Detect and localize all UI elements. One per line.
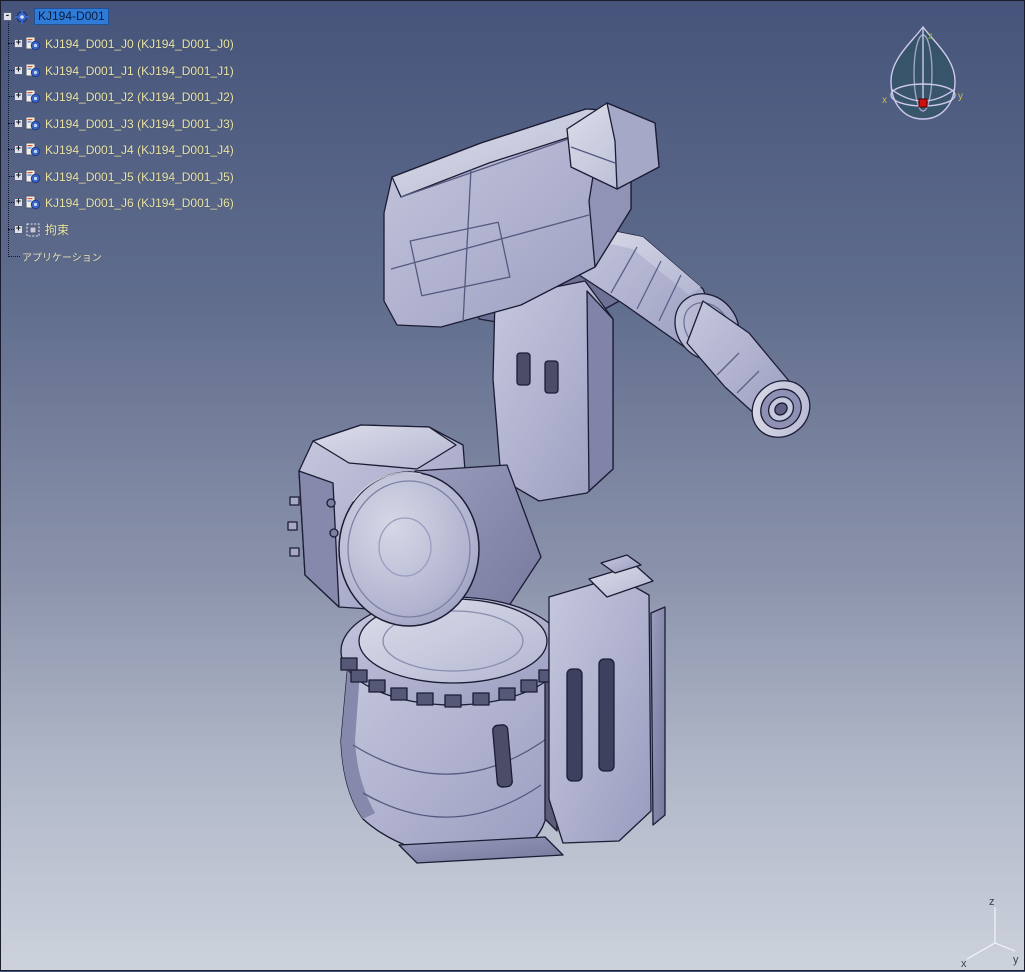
tree-item-label[interactable]: KJ194_D001_J3 (KJ194_D001_J3) xyxy=(45,117,234,131)
robot-base-column[interactable] xyxy=(548,554,666,844)
product-root-icon[interactable] xyxy=(14,9,30,25)
part-icon[interactable] xyxy=(25,195,41,211)
tree-item-label[interactable]: KJ194_D001_J1 (KJ194_D001_J1) xyxy=(45,64,234,78)
expand-toggle[interactable]: + xyxy=(14,145,23,154)
expand-symbol: + xyxy=(15,118,22,128)
tree-item-j3[interactable]: + KJ194_D001_J3 (KJ194_D001_J3) xyxy=(1,115,234,132)
tree-connector xyxy=(8,256,20,257)
tree-item-j4[interactable]: + KJ194_D001_J4 (KJ194_D001_J4) xyxy=(1,141,234,158)
compass-y-label[interactable]: y xyxy=(958,91,963,102)
tree-item-label[interactable]: KJ194_D001_J2 (KJ194_D001_J2) xyxy=(45,90,234,104)
triad-x-label: x xyxy=(961,958,967,969)
part-icon[interactable] xyxy=(25,116,41,132)
part-icon[interactable] xyxy=(25,36,41,52)
expand-symbol: + xyxy=(15,197,22,207)
constraints-icon[interactable] xyxy=(25,222,41,238)
expand-toggle[interactable]: + xyxy=(14,66,23,75)
compass-center-handle[interactable] xyxy=(918,98,928,108)
tree-item-label[interactable]: KJ194_D001_J0 (KJ194_D001_J0) xyxy=(45,37,234,51)
expand-toggle[interactable]: + xyxy=(14,172,23,181)
expand-symbol: + xyxy=(15,144,22,154)
tree-item-applications[interactable]: アプリケーション xyxy=(1,248,102,265)
expand-symbol: + xyxy=(15,65,22,75)
expand-symbol: + xyxy=(15,171,22,181)
collapse-symbol: - xyxy=(4,11,11,21)
triad-y-axis xyxy=(994,942,1016,952)
part-icon[interactable] xyxy=(25,142,41,158)
tree-item-label[interactable]: KJ194_D001_J4 (KJ194_D001_J4) xyxy=(45,143,234,157)
part-icon[interactable] xyxy=(25,63,41,79)
tree-item-label[interactable]: アプリケーション xyxy=(22,249,102,264)
expand-toggle[interactable]: + xyxy=(14,39,23,48)
tree-root-row[interactable]: - KJ194-D001 xyxy=(1,8,109,25)
tree-item-j5[interactable]: + KJ194_D001_J5 (KJ194_D001_J5) xyxy=(1,168,234,185)
tree-item-label[interactable]: 拘束 xyxy=(45,221,69,238)
tree-item-j1[interactable]: + KJ194_D001_J1 (KJ194_D001_J1) xyxy=(1,62,234,79)
expand-toggle[interactable]: + xyxy=(14,119,23,128)
axis-triad: z y x xyxy=(961,896,1019,969)
tree-item-label[interactable]: KJ194_D001_J6 (KJ194_D001_J6) xyxy=(45,196,234,210)
tree-item-j6[interactable]: + KJ194_D001_J6 (KJ194_D001_J6) xyxy=(1,194,234,211)
tree-item-j2[interactable]: + KJ194_D001_J2 (KJ194_D001_J2) xyxy=(1,88,234,105)
triad-z-label: z xyxy=(989,896,995,908)
compass-z-label[interactable]: z xyxy=(928,31,933,42)
view-compass[interactable]: z x y xyxy=(881,17,967,129)
triad-y-label: y xyxy=(1013,954,1019,966)
expand-toggle[interactable]: + xyxy=(14,225,23,234)
tree-item-label[interactable]: KJ194_D001_J5 (KJ194_D001_J5) xyxy=(45,170,234,184)
expand-symbol: + xyxy=(15,38,22,48)
part-icon[interactable] xyxy=(25,169,41,185)
collapse-toggle[interactable]: - xyxy=(3,12,12,21)
tree-item-j0[interactable]: + KJ194_D001_J0 (KJ194_D001_J0) xyxy=(1,35,234,52)
expand-symbol: + xyxy=(15,91,22,101)
triad-x-axis xyxy=(966,942,996,960)
tree-item-constraints[interactable]: + 拘束 xyxy=(1,221,69,238)
tree-root-label[interactable]: KJ194-D001 xyxy=(34,8,109,25)
expand-symbol: + xyxy=(15,224,22,234)
compass-x-label[interactable]: x xyxy=(882,95,887,106)
expand-toggle[interactable]: + xyxy=(14,92,23,101)
expand-toggle[interactable]: + xyxy=(14,198,23,207)
robot-motor-cylinder[interactable] xyxy=(338,471,480,627)
part-icon[interactable] xyxy=(25,89,41,105)
